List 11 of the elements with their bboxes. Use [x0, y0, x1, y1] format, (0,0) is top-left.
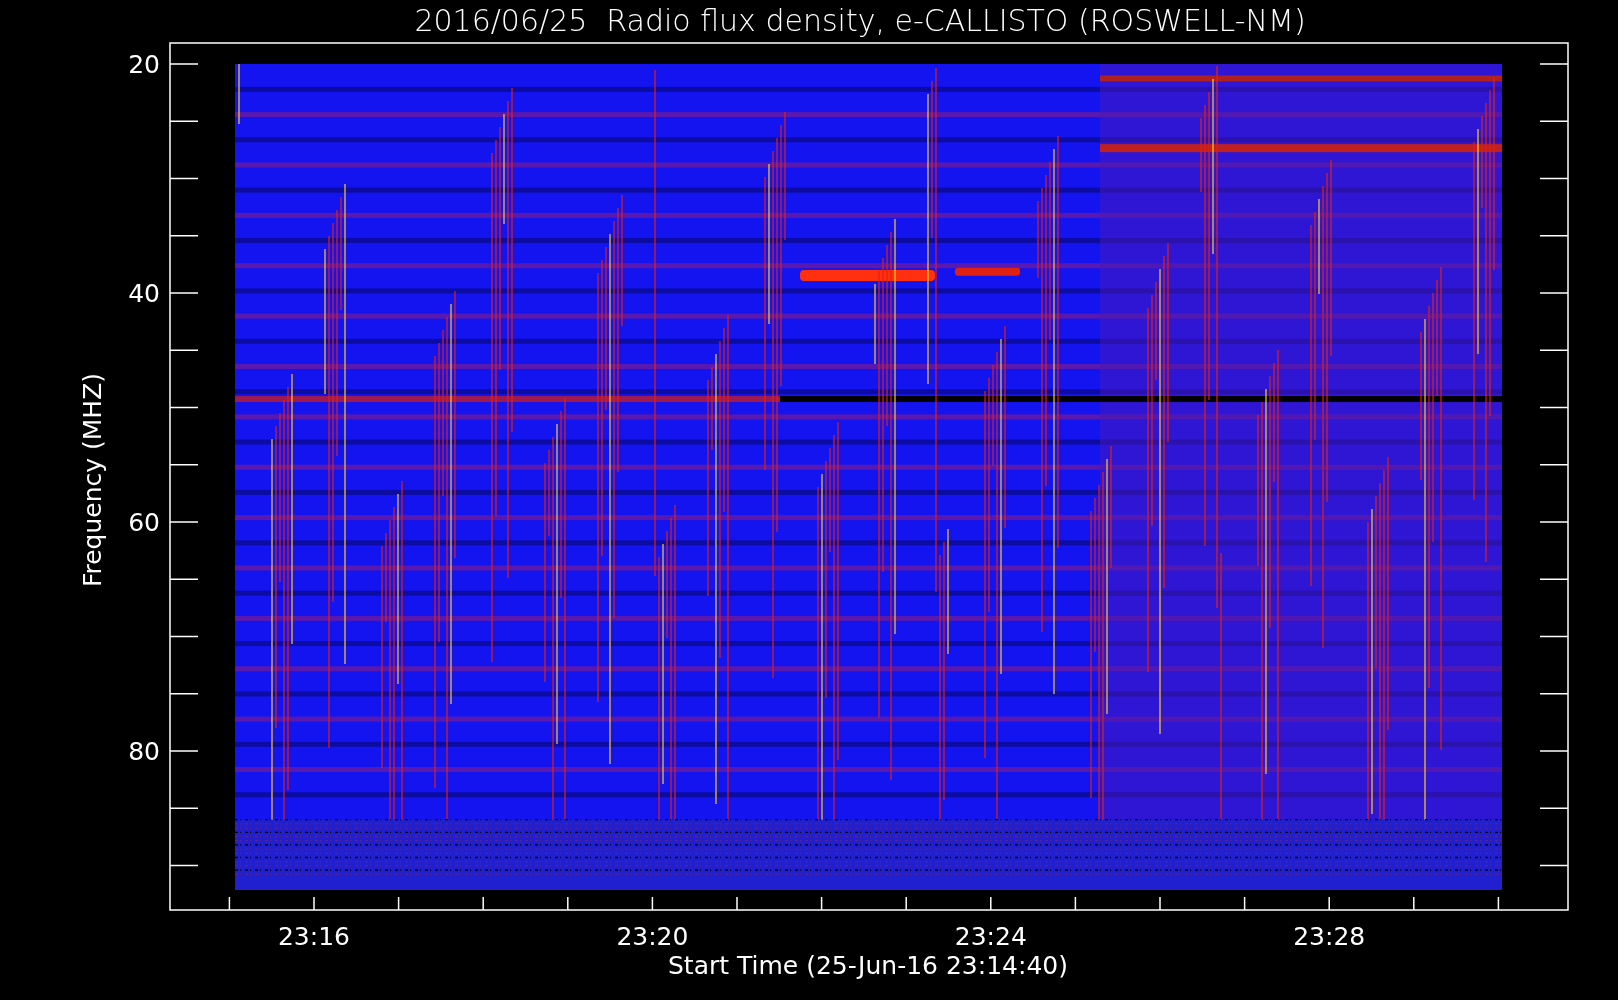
tick-label: 40 [128, 279, 160, 308]
chart-title: 2016/06/25 Radio flux density, e-CALLISTO (ROSWELL-NM) [414, 3, 1306, 38]
axis-title: Frequency (MHZ) [78, 372, 107, 588]
tick-label: 60 [128, 508, 160, 537]
tick-label: 23:24 [954, 922, 1027, 951]
tick-label: 23:28 [1293, 922, 1366, 951]
tick-label: 23:20 [616, 922, 689, 951]
tick-label: 20 [128, 50, 160, 79]
tick-label: 23:16 [278, 922, 350, 951]
tick-label: 80 [128, 737, 160, 766]
axis-title: Start Time (25-Jun-16 23:14:40) [668, 951, 1068, 980]
